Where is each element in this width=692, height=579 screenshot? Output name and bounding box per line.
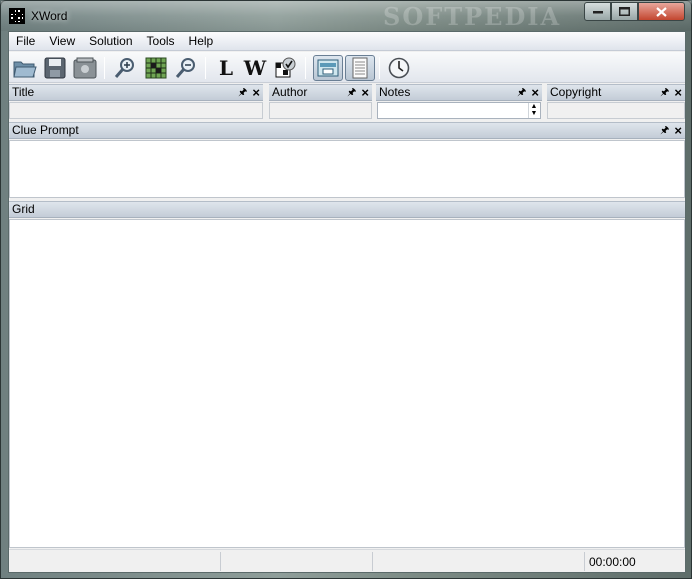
author-pane-header: Author 🖈︎ × xyxy=(269,84,372,101)
author-pane-label: Author xyxy=(272,85,308,99)
check-letter-icon: L xyxy=(218,56,234,80)
zoom-in-button[interactable] xyxy=(112,55,138,81)
clue-prompt-pane-label: Clue Prompt xyxy=(12,123,79,137)
pin-icon[interactable]: 🖈︎ xyxy=(660,85,669,100)
pin-icon[interactable]: 🖈︎ xyxy=(660,123,669,138)
copyright-field[interactable] xyxy=(547,102,685,119)
close-pane-icon[interactable]: × xyxy=(252,86,260,99)
layout-button[interactable] xyxy=(313,55,343,81)
zoom-in-icon xyxy=(114,58,134,78)
crossword-app-icon xyxy=(9,8,25,24)
copyright-pane-label: Copyright xyxy=(550,85,602,99)
status-bar: 00:00:00 xyxy=(9,549,685,572)
zoom-fit-button[interactable] xyxy=(143,55,169,81)
menu-file[interactable]: File xyxy=(9,32,42,51)
check-letter-button[interactable]: L xyxy=(213,55,239,81)
watermark: SOFTPEDIA xyxy=(383,2,562,31)
notes-scrollbar[interactable]: ▲ ▼ xyxy=(528,103,539,118)
open-folder-icon xyxy=(13,61,37,78)
close-pane-icon[interactable]: × xyxy=(674,86,682,99)
notes-field[interactable]: ▲ ▼ xyxy=(377,102,541,119)
title-bar[interactable]: XWord SOFTPEDIA xyxy=(1,1,691,31)
timer-button[interactable] xyxy=(386,55,412,81)
close-button[interactable] xyxy=(638,2,685,21)
notes-pane-header: Notes 🖈︎ × xyxy=(376,84,542,101)
check-grid-icon xyxy=(275,57,296,78)
notes-button[interactable] xyxy=(345,55,375,81)
grid-pane-header: Grid xyxy=(9,201,685,218)
check-grid-button[interactable] xyxy=(272,55,298,81)
delete-icon xyxy=(73,57,97,79)
close-pane-icon[interactable]: × xyxy=(531,86,539,99)
layout-icon xyxy=(317,59,339,77)
title-pane-label: Title xyxy=(12,85,35,99)
save-button[interactable] xyxy=(42,55,68,81)
minimize-button[interactable] xyxy=(584,2,611,21)
clue-prompt-area[interactable] xyxy=(9,140,685,198)
zoom-fit-icon xyxy=(145,57,167,79)
check-word-button[interactable]: W xyxy=(242,55,268,81)
menu-view[interactable]: View xyxy=(42,32,82,51)
delete-button[interactable] xyxy=(72,55,98,81)
status-divider xyxy=(220,552,221,571)
maximize-button[interactable] xyxy=(611,2,638,21)
close-icon xyxy=(656,6,667,17)
author-field[interactable] xyxy=(269,102,372,119)
check-word-icon: W xyxy=(243,56,267,80)
close-pane-icon[interactable]: × xyxy=(674,124,682,137)
clue-prompt-pane-header: Clue Prompt 🖈︎ × xyxy=(9,122,685,139)
timer-icon xyxy=(388,57,410,79)
crossword-grid-area[interactable] xyxy=(9,219,685,548)
title-pane-header: Title 🖈︎ × xyxy=(9,84,263,101)
window-title: XWord xyxy=(31,9,68,23)
menu-tools[interactable]: Tools xyxy=(140,32,182,51)
copyright-pane-header: Copyright 🖈︎ × xyxy=(547,84,685,101)
close-pane-icon[interactable]: × xyxy=(361,86,369,99)
status-divider xyxy=(584,552,585,571)
grid-pane-label: Grid xyxy=(12,202,35,216)
zoom-out-icon xyxy=(175,58,195,78)
menu-bar: File View Solution Tools Help xyxy=(9,32,685,51)
notes-icon xyxy=(352,57,368,79)
save-icon xyxy=(44,57,66,79)
menu-solution[interactable]: Solution xyxy=(82,32,139,51)
client-area: File View Solution Tools Help L W Title … xyxy=(8,31,686,573)
menu-help[interactable]: Help xyxy=(182,32,221,51)
zoom-out-button[interactable] xyxy=(173,55,199,81)
title-field[interactable] xyxy=(9,102,263,119)
status-divider xyxy=(372,552,373,571)
pin-icon[interactable]: 🖈︎ xyxy=(238,85,247,100)
minimize-icon xyxy=(592,10,603,13)
notes-pane-label: Notes xyxy=(379,85,411,99)
timer-display: 00:00:00 xyxy=(589,555,636,569)
maximize-icon xyxy=(619,7,630,16)
app-window: XWord SOFTPEDIA File View Solution Tools… xyxy=(0,0,692,579)
open-button[interactable] xyxy=(12,55,38,81)
pin-icon[interactable]: 🖈︎ xyxy=(347,85,356,100)
toolbar: L W xyxy=(9,52,685,83)
pin-icon[interactable]: 🖈︎ xyxy=(517,85,526,100)
